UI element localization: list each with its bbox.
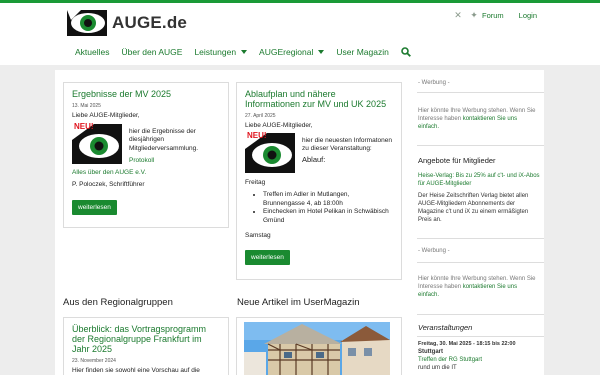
list-item: Treffen im Adler in Mutlangen, Brunnenga… [263,191,393,208]
nav-item-augeregional[interactable]: AUGEregional [259,47,325,57]
site-logo[interactable]: AUGE.de [66,8,187,38]
nav-item-ueber[interactable]: Über den AUGE [122,47,183,57]
signature: P. Poloczek, Schriftführer [72,181,145,188]
offers-heading: Angebote für Mitglieder [418,156,496,165]
card-greeting: Liebe AUGE-Mitglieder, [245,122,313,129]
divider [417,314,544,315]
chevron-down-icon [318,50,325,54]
event-text: rund um die IT [418,365,457,371]
logo-text: AUGE.de [112,13,188,32]
ad-text: Hier könnte Ihre Werbung stehen. Wenn Si… [418,108,536,130]
forum-link[interactable]: Forum [482,11,504,20]
about-link[interactable]: Alles über den AUGE e.V. [72,169,146,176]
search-icon[interactable] [401,47,411,57]
nav-item-aktuelles[interactable]: Aktuelles [75,47,110,57]
card-date: 27. April 2025 [245,113,276,119]
card-date: 23. November 2024 [72,358,116,364]
ad-text: Hier könnte Ihre Werbung stehen. Wenn Si… [418,276,536,298]
neu-eye-image: NEU! [72,122,122,164]
card-greeting: Liebe AUGE-Mitglieder, [72,112,140,119]
news-card: Ablaufplan und nähere Informationen zur … [236,82,402,280]
magazin-article-image[interactable] [244,322,390,375]
news-card: Überblick: das Vortragsprogramm der Regi… [63,317,229,375]
offer-text: Der Heise Zeitschriften Verlag bietet al… [418,193,529,223]
neu-eye-image: NEU! [245,131,295,173]
card-title[interactable]: Ergebnisse der MV 2025 [72,89,220,99]
offer-block: Heise-Verlag: Bis zu 25% auf c't- und iX… [418,172,542,224]
events-heading: Veranstaltungen [418,323,473,332]
day-label: Freitag [245,178,266,186]
xing-icon[interactable]: ✕ [453,10,463,21]
top-links: Forum Login [482,11,537,20]
schedule-list: Treffen im Adler in Mutlangen, Brunnenga… [245,191,393,225]
event-item: Freitag, 30. Mai 2025 - 18:15 bis 22:00 … [418,340,542,372]
chevron-down-icon [241,50,248,54]
event-link[interactable]: Treffen der RG Stuttgart [418,356,542,364]
card-title[interactable]: Überblick: das Vortragsprogramm der Regi… [72,324,220,354]
ad-label: - Werbung - [418,80,450,86]
divider [417,92,544,93]
divider [417,238,544,239]
day-label: Samstag [245,232,271,239]
site-header: AUGE.de ✕ ✦ Forum Login Aktuelles Über d… [0,3,600,65]
protokoll-link[interactable]: Protokoll [129,157,154,164]
card-date: 13. Mai 2025 [72,103,101,109]
event-date: Freitag, 30. Mai 2025 - 18:15 bis 22:00 [418,341,516,347]
list-item: Einchecken im Hotel Pelikan in Schwäbisc… [263,208,393,225]
offer-link[interactable]: Heise-Verlag: Bis zu 25% auf c't- und iX… [418,172,542,188]
section-heading-regional: Aus den Regionalgruppen [63,297,173,308]
login-link[interactable]: Login [519,11,537,20]
nav-item-leistungen[interactable]: Leistungen [194,47,248,57]
divider [417,336,544,337]
twitter-icon[interactable]: ✦ [469,10,479,21]
divider [417,262,544,263]
main-nav: Aktuelles Über den AUGE Leistungen AUGEr… [75,47,411,57]
nav-item-usermagazin[interactable]: User Magazin [336,47,388,57]
event-city: Stuttgart [418,349,443,355]
card-body: Hier finden sie sowohl eine Vorschau auf… [72,367,200,374]
divider [417,145,544,146]
social-icons: ✕ ✦ [453,10,479,21]
ad-label: - Werbung - [418,248,450,254]
section-heading-magazin: Neue Artikel im UserMagazin [237,297,360,308]
eye-logo-icon [66,8,108,38]
read-more-button[interactable]: weiterlesen [72,199,117,215]
card-title[interactable]: Ablaufplan und nähere Informationen zur … [245,89,393,109]
news-card: Ergebnisse der MV 2025 13. Mai 2025 Lieb… [63,82,229,228]
read-more-button[interactable]: weiterlesen [245,249,290,265]
